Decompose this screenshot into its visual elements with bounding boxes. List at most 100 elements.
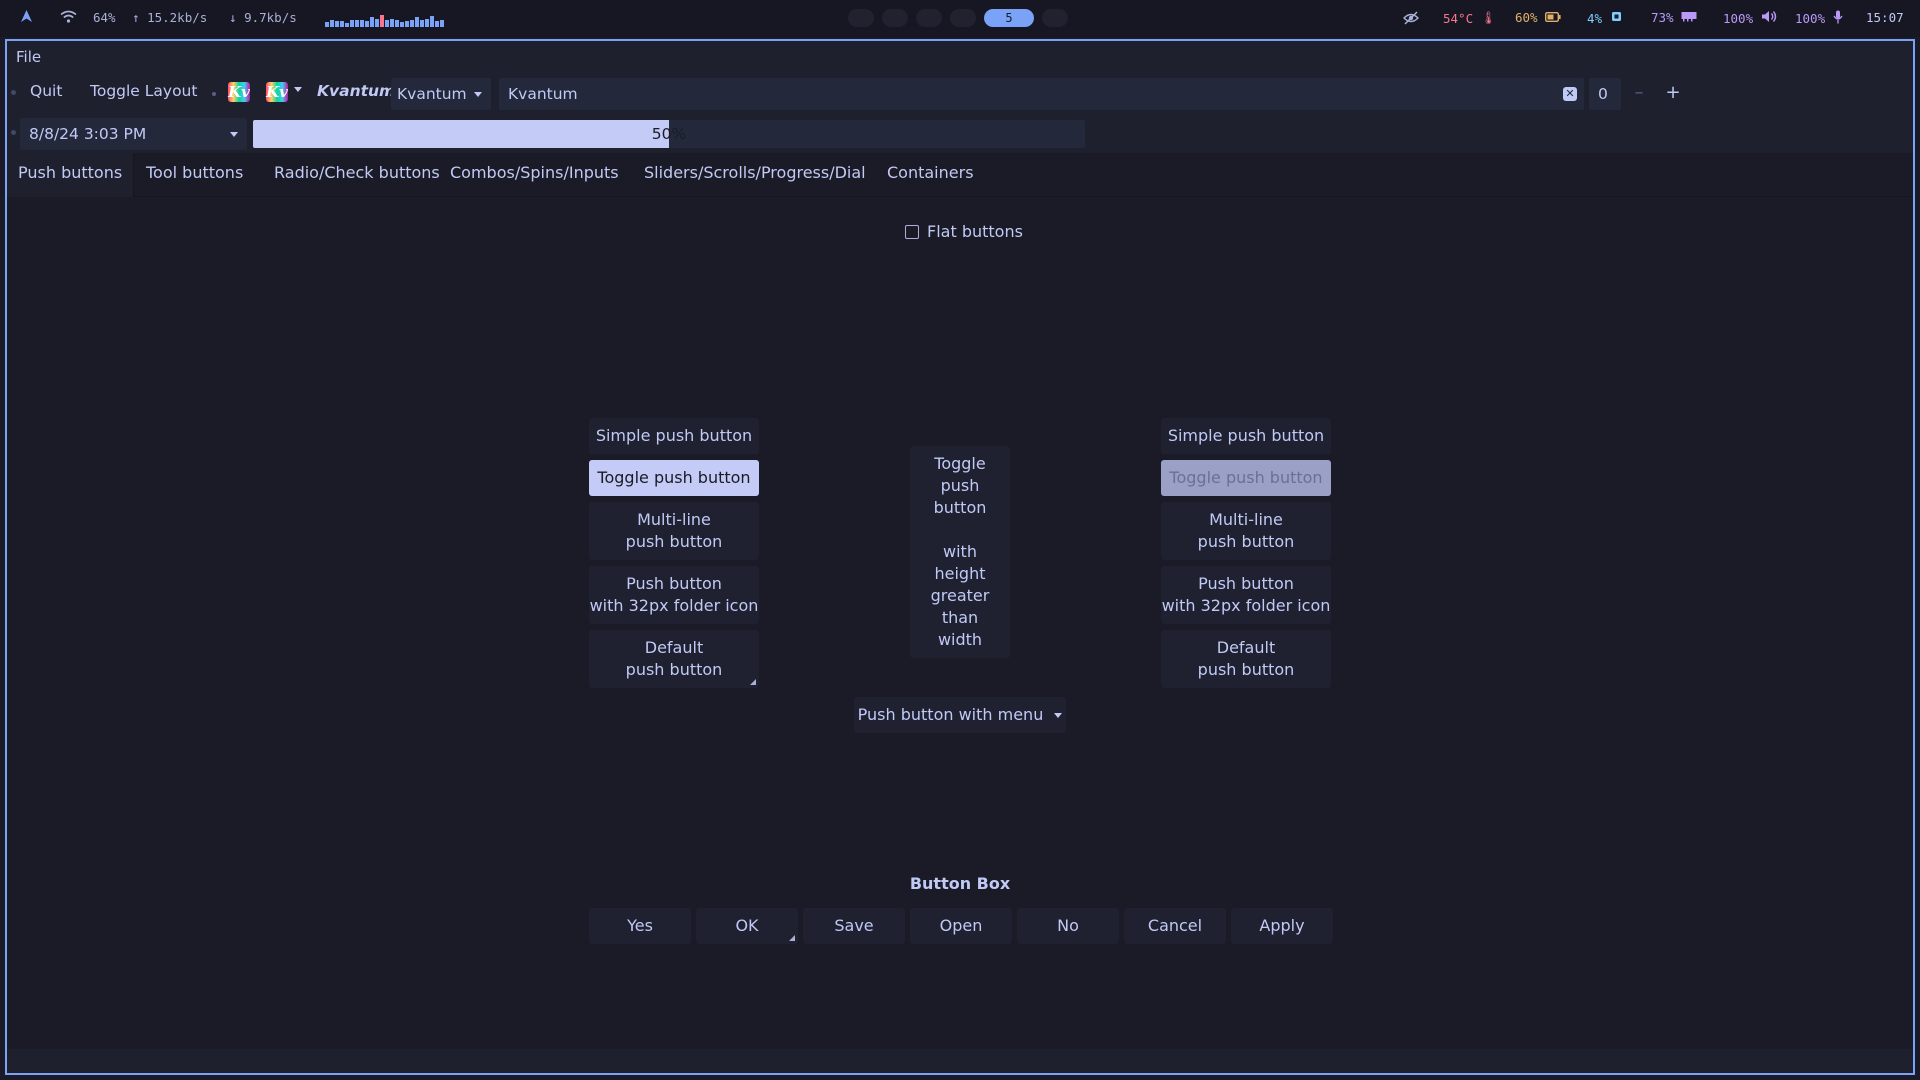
download-rate: ↓ 9.7kb/s	[229, 10, 297, 25]
network-graph-bar	[440, 20, 444, 27]
network-graph-bar	[350, 20, 354, 27]
download-value: 9.7kb/s	[244, 10, 297, 25]
no-button[interactable]: No	[1017, 908, 1119, 944]
quit-button[interactable]: Quit	[30, 82, 62, 100]
network-graph-bar	[340, 21, 344, 27]
toggle-push-button-disabled[interactable]: Toggle push button	[1161, 460, 1331, 496]
menu-file[interactable]: File	[16, 48, 41, 66]
ok-button[interactable]: OK	[696, 908, 798, 944]
cpu-usage: 4%	[1587, 10, 1623, 26]
tab-tool-buttons[interactable]: Tool buttons	[135, 153, 254, 197]
style-combo[interactable]: Kvantum	[391, 78, 491, 110]
chevron-down-icon	[474, 92, 482, 97]
workspace-indicator[interactable]	[848, 9, 874, 27]
eye-off-icon[interactable]	[1403, 11, 1419, 25]
tab-bar: Push buttons Tool buttons Radio/Check bu…	[7, 153, 1913, 197]
default-push-button[interactable]: Default push button	[589, 630, 759, 688]
clear-icon[interactable]: ✕	[1563, 87, 1577, 101]
arch-icon[interactable]	[20, 9, 33, 23]
spin-minus-button[interactable]: –	[1624, 78, 1654, 110]
app-window: File Quit Toggle Layout Kv Kv Kvantum Kv…	[5, 39, 1915, 1075]
spinbox-value: 0	[1598, 85, 1608, 103]
toolbar-handle[interactable]	[11, 90, 16, 95]
kvantum-menu-icon[interactable]: Kv	[266, 82, 288, 102]
default-push-button-label: Default push button	[625, 638, 723, 679]
tall-toggle-push-button[interactable]: Toggle push button with height greater t…	[910, 446, 1010, 658]
save-button[interactable]: Save	[803, 908, 905, 944]
upload-value: 15.2kb/s	[147, 10, 208, 25]
tab-combos-spins-inputs[interactable]: Combos/Spins/Inputs	[439, 153, 630, 197]
tab-sliders-scrolls[interactable]: Sliders/Scrolls/Progress/Dial	[633, 153, 877, 197]
cpu-value: 4%	[1587, 10, 1603, 26]
multiline-push-button[interactable]: Multi-line push button	[589, 502, 759, 560]
network-graph-bar	[395, 20, 399, 27]
simple-push-button[interactable]: Simple push button	[589, 418, 759, 454]
thermometer-icon: 🌡︎	[1480, 10, 1497, 25]
open-button[interactable]: Open	[910, 908, 1012, 944]
workspace-indicator[interactable]	[1042, 9, 1068, 27]
folder-icon-push-button-disabled[interactable]: Push button with 32px folder icon	[1161, 566, 1331, 624]
toolbar-row-2: 8/8/24 3:03 PM 50%	[7, 113, 1913, 153]
workspace-indicator[interactable]	[950, 9, 976, 27]
spin-plus-button[interactable]: +	[1658, 78, 1688, 110]
wifi-strength: 64%	[93, 10, 116, 25]
clock[interactable]: 15:07	[1866, 10, 1904, 25]
workspace-switcher: 5	[848, 9, 1068, 27]
network-graph-bar	[370, 17, 374, 27]
yes-button[interactable]: Yes	[589, 908, 691, 944]
network-graph-bar	[365, 21, 369, 27]
arrow-up-icon: ↑	[132, 10, 140, 25]
chevron-down-icon	[230, 132, 238, 137]
volume[interactable]: 100%	[1723, 10, 1777, 26]
menu-corner-icon	[789, 935, 795, 941]
toolbar-handle[interactable]	[11, 130, 16, 135]
push-button-with-menu-label: Push button with menu	[857, 705, 1044, 724]
network-graph-bar	[345, 23, 349, 27]
network-graph-bar	[425, 19, 429, 27]
button-box-title: Button Box	[909, 874, 1011, 893]
text-input[interactable]: Kvantum ✕	[499, 78, 1584, 110]
progress-bar: 50%	[253, 120, 1085, 148]
network-graph-bar	[435, 21, 439, 27]
network-graph-bar	[415, 17, 419, 27]
kvantum-label[interactable]: Kvantum	[317, 82, 395, 100]
microphone[interactable]: 100%	[1795, 10, 1843, 27]
network-graph-bar	[380, 15, 384, 27]
workspace-indicator[interactable]	[882, 9, 908, 27]
tab-containers[interactable]: Containers	[876, 153, 985, 197]
flat-buttons-checkbox[interactable]: Flat buttons	[905, 222, 1023, 241]
flat-buttons-label: Flat buttons	[927, 222, 1023, 241]
default-push-button-disabled[interactable]: Default push button	[1161, 630, 1331, 688]
chevron-down-icon[interactable]	[294, 87, 302, 92]
tab-push-buttons[interactable]: Push buttons	[7, 153, 135, 197]
speaker-icon	[1761, 10, 1777, 26]
toggle-push-button[interactable]: Toggle push button	[589, 460, 759, 496]
apply-button[interactable]: Apply	[1231, 908, 1333, 944]
workspace-active[interactable]: 5	[984, 9, 1034, 27]
temperature: 54°C 🌡︎	[1443, 10, 1497, 26]
push-button-with-menu[interactable]: Push button with menu	[854, 697, 1066, 733]
menu-corner-icon	[750, 679, 756, 685]
network-graph-bar	[410, 20, 414, 27]
multiline-push-button-disabled[interactable]: Multi-line push button	[1161, 502, 1331, 560]
kvantum-icon[interactable]: Kv	[228, 82, 250, 102]
network-graph-bar	[405, 21, 409, 27]
checkbox-box[interactable]	[905, 224, 919, 239]
volume-value: 100%	[1723, 10, 1754, 26]
battery: 60%	[1515, 10, 1561, 25]
network-graph-bar	[335, 21, 339, 27]
network-graph-bar	[355, 20, 359, 27]
datetime-edit[interactable]: 8/8/24 3:03 PM	[20, 118, 247, 150]
cancel-button[interactable]: Cancel	[1124, 908, 1226, 944]
network-graph-bar	[325, 22, 329, 27]
tab-radio-check-buttons[interactable]: Radio/Check buttons	[263, 153, 451, 197]
chevron-down-icon	[1054, 712, 1063, 718]
workspace-indicator[interactable]	[916, 9, 942, 27]
simple-push-button-disabled[interactable]: Simple push button	[1161, 418, 1331, 454]
spinbox[interactable]: 0	[1589, 78, 1621, 110]
folder-icon-push-button[interactable]: Push button with 32px folder icon	[589, 566, 759, 624]
battery-icon	[1545, 10, 1561, 25]
toggle-layout-button[interactable]: Toggle Layout	[90, 82, 197, 100]
text-input-value: Kvantum	[508, 85, 578, 103]
status-bar	[7, 1049, 1913, 1073]
